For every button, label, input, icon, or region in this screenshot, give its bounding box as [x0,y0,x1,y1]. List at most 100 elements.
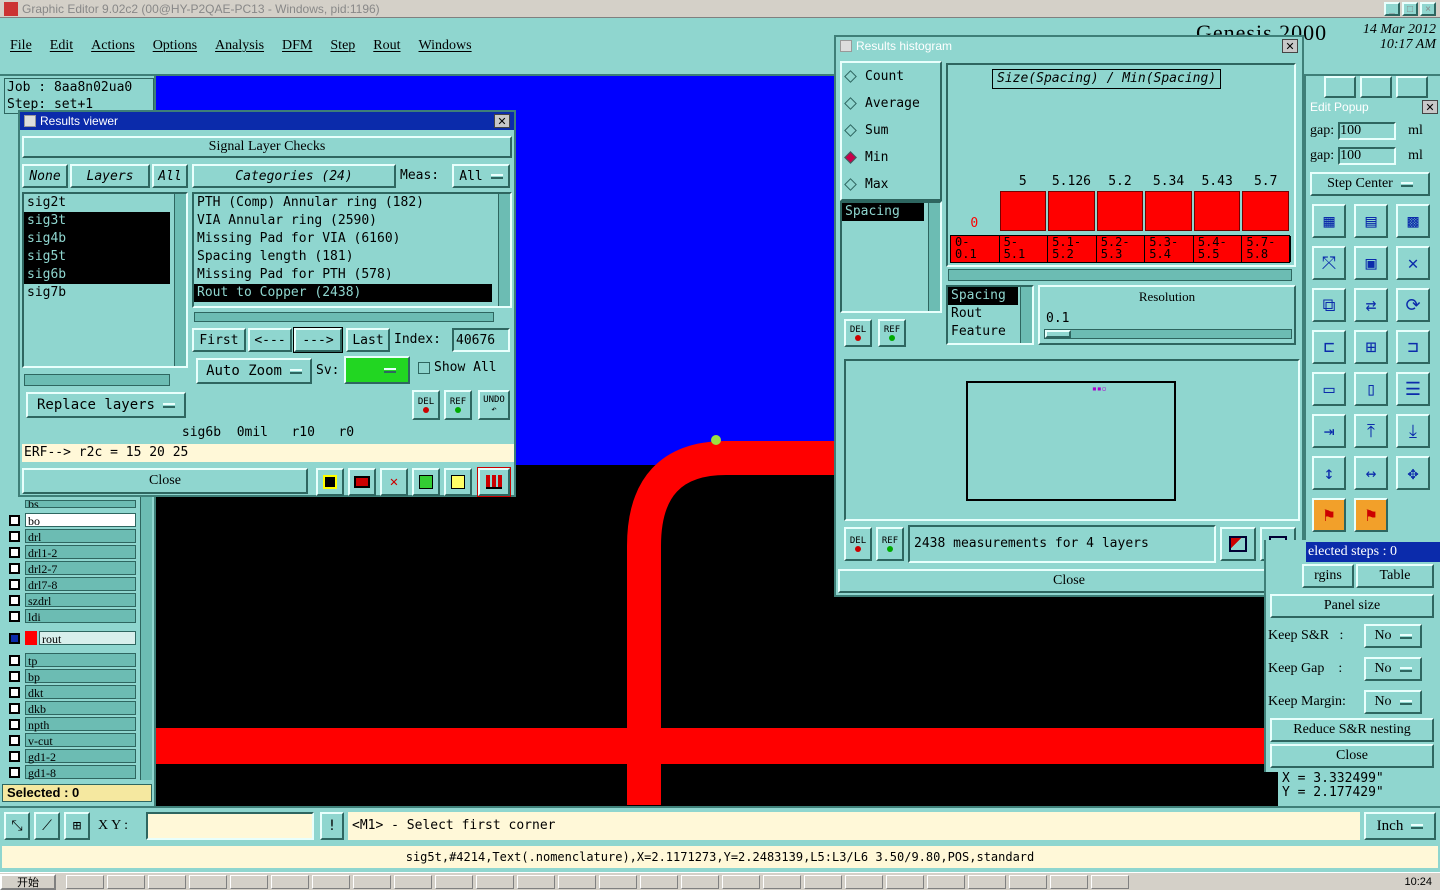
margins-button[interactable]: rgins [1302,564,1354,588]
summary-del-button[interactable]: DEL [844,527,872,561]
layer-checkbox[interactable] [9,670,20,682]
layer-select-item[interactable]: sig3t [24,212,170,230]
layer-name[interactable]: drl2-7 [25,561,136,576]
results-viewer-close-button[interactable]: Close [22,468,308,494]
gap2-input[interactable] [1338,147,1397,165]
menu-dfm[interactable]: DFM [282,38,312,54]
category-item[interactable]: Rout to Copper (2438) [194,284,492,302]
histogram-bar[interactable] [1242,191,1289,231]
categories-button[interactable]: Categories (24) [192,164,396,188]
layer-row[interactable]: ldi [4,608,140,624]
swap-icon-button[interactable] [412,468,440,496]
layer-checkbox[interactable] [9,610,20,622]
layer-select-item[interactable]: sig4b [24,230,170,248]
taskbar-app-button[interactable] [968,874,1006,889]
copy-step-icon[interactable]: ▣ [1354,246,1388,280]
layer-row[interactable]: tp [4,652,140,668]
taskbar-app-button[interactable] [271,874,309,889]
keep-margin-dropdown[interactable]: No [1364,690,1422,714]
layer-select-item[interactable]: sig5t [24,248,170,266]
taskbar-app-button[interactable] [886,874,924,889]
legend-icon-button[interactable] [316,468,344,496]
layer-checkbox[interactable] [9,718,20,730]
toolbar-icon-c[interactable] [1396,76,1428,98]
menu-actions[interactable]: Actions [91,38,135,54]
mode-radio-min[interactable]: Min [842,144,940,171]
layer-name[interactable]: bo [25,513,136,528]
layer-row[interactable]: npth [4,716,140,732]
prev-button[interactable]: <--- [248,328,292,352]
taskbar-app-button[interactable] [1091,874,1129,889]
layer-checkbox[interactable] [9,750,20,762]
layer-select-scrollbar[interactable] [174,194,186,366]
histogram-bar[interactable] [1145,191,1192,231]
measure-list-scrollbar[interactable] [928,203,940,311]
layer-checkbox[interactable] [9,734,20,746]
minimize-button[interactable]: _ [1384,2,1400,16]
category-item[interactable]: VIA Annular ring (2590) [194,212,492,230]
layer-row[interactable]: drl1-2 [4,544,140,560]
row-spread-icon[interactable]: ▭ [1312,372,1346,406]
keep-sr-dropdown[interactable]: No [1364,624,1422,648]
layer-row[interactable]: gd1-8 [4,764,140,780]
layer-checkbox[interactable] [9,546,20,558]
align-right-edge-icon[interactable]: ⇥ [1312,414,1346,448]
layer-row[interactable]: bp [4,668,140,684]
taskbar-app-button[interactable] [845,874,883,889]
panel-size-button[interactable]: Panel size [1270,594,1434,618]
results-viewer-close-x[interactable]: ✕ [494,114,510,128]
stack-step-icon[interactable]: ⧉ [1312,288,1346,322]
menu-options[interactable]: Options [153,38,197,54]
layer-checkbox[interactable] [9,766,20,778]
mode-radio-max[interactable]: Max [842,171,940,198]
layer-checkbox[interactable] [9,562,20,574]
taskbar-app-button[interactable] [312,874,350,889]
layer-row[interactable]: drl2-7 [4,560,140,576]
step-center-dropdown[interactable]: Step Center [1310,172,1430,196]
taskbar-app-button[interactable] [804,874,842,889]
axis-list-scrollbar[interactable] [1020,287,1032,343]
histogram-bar[interactable] [1048,191,1095,231]
taskbar-app-button[interactable] [681,874,719,889]
none-button[interactable]: None [22,164,68,188]
auto-zoom-dropdown[interactable]: Auto Zoom [196,358,312,384]
index-input[interactable] [452,328,510,352]
space-center-icon[interactable]: ✥ [1396,456,1430,490]
layer-checkbox[interactable] [9,702,20,714]
space-vertical-icon[interactable]: ↕ [1312,456,1346,490]
grid-layout-icon[interactable]: ▦ [1312,204,1346,238]
layer-row[interactable]: bo [4,512,140,528]
align-top-icon[interactable]: ⤒ [1354,414,1388,448]
menu-analysis[interactable]: Analysis [215,38,264,54]
axis-select-list[interactable]: Spacing Rout Feature [946,285,1034,345]
delete-step-icon[interactable]: ✕ [1396,246,1430,280]
categories-scrollbar[interactable] [498,194,510,306]
gap1-input[interactable] [1338,122,1397,140]
category-item[interactable]: Missing Pad for VIA (6160) [194,230,492,248]
layers-button[interactable]: Layers [70,164,150,188]
align-left-icon[interactable]: ⊏ [1312,330,1346,364]
align-bottom-icon[interactable]: ⤓ [1396,414,1430,448]
layer-name[interactable]: dkt [25,685,136,700]
pin-panel-icon[interactable]: ⚑ [1354,498,1388,532]
axis-item[interactable]: Feature [948,323,1018,341]
layer-select-item[interactable]: sig6b [24,266,170,284]
column-spread-icon[interactable]: ▯ [1354,372,1388,406]
histogram-bar[interactable] [1096,191,1144,231]
mode-radio-sum[interactable]: Sum [842,117,940,144]
menu-windows[interactable]: Windows [419,38,472,54]
edit-popup-close-x[interactable]: ✕ [1422,100,1438,114]
layer-row[interactable]: drl [4,528,140,544]
move-step-icon[interactable]: ⤧ [1312,246,1346,280]
histogram-close-x[interactable]: ✕ [1282,39,1298,53]
next-button[interactable]: ---> [293,327,343,353]
histogram-bar[interactable] [1193,191,1241,231]
info-icon-button[interactable]: ! [320,812,344,840]
show-all-checkbox[interactable] [418,362,430,374]
xy-input[interactable] [146,812,314,840]
layer-checkbox[interactable] [9,530,20,542]
layer-checkbox[interactable] [9,632,20,644]
taskbar-app-button[interactable] [66,874,104,889]
hist-del-button[interactable]: DEL [844,319,872,347]
grid-tool-icon[interactable]: ⊞ [64,812,90,840]
